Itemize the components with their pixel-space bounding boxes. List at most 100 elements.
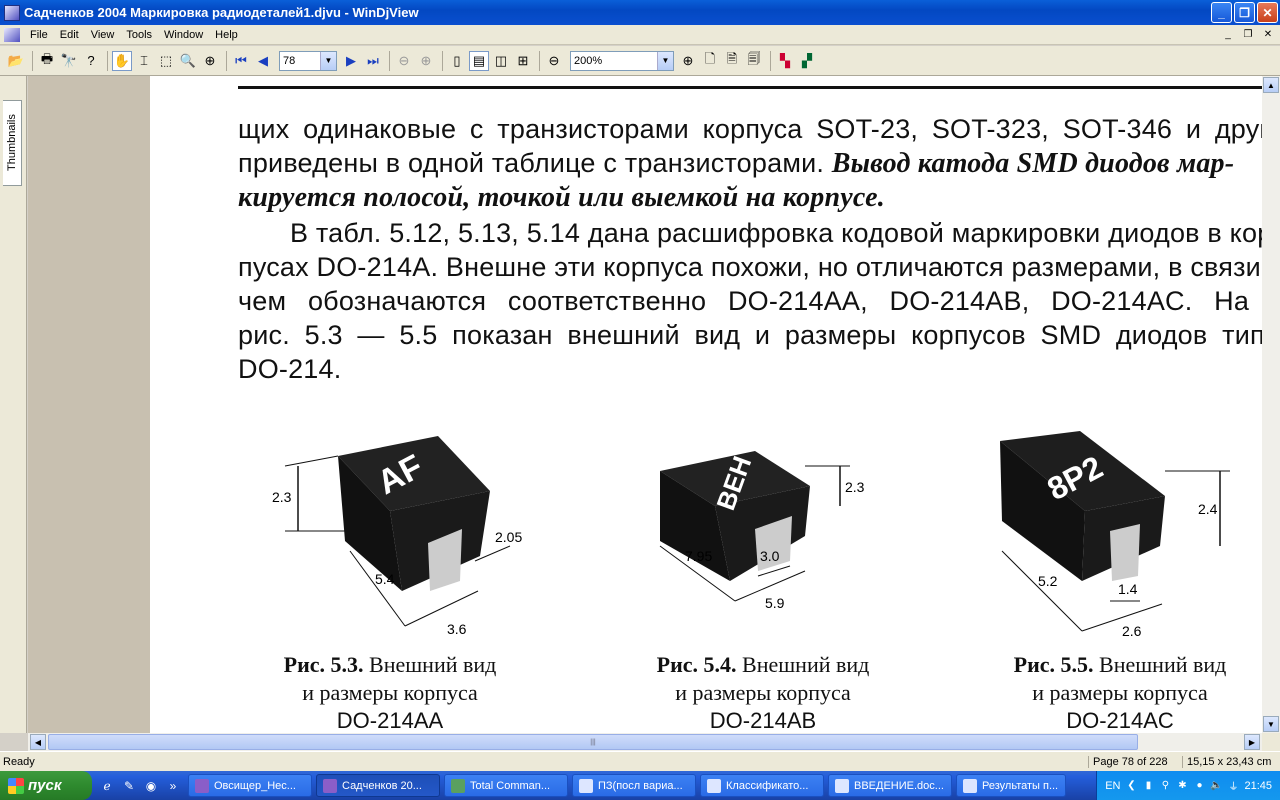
mdi-controls: _ ❐ ✕	[1220, 28, 1280, 42]
find-icon[interactable]: 🔭	[59, 51, 79, 71]
facing-icon[interactable]: ◫	[491, 51, 511, 71]
window-title: Садченков 2004 Маркировка радиодеталей1.…	[24, 5, 419, 20]
caption-text: Внешний вид	[742, 652, 870, 677]
next-page-icon[interactable]: ▶	[341, 51, 361, 71]
fit-page-icon[interactable]: 🗋	[700, 51, 720, 71]
network-icon[interactable]: ▮	[1142, 780, 1154, 792]
zoom-combo[interactable]: 200% ▼	[570, 50, 674, 71]
caption-text: и размеры корпуса	[302, 680, 478, 705]
thumbnails-tab[interactable]: Thumbnails	[3, 100, 22, 186]
safely-remove-icon[interactable]: ⏚	[1227, 780, 1239, 793]
back-icon[interactable]: ⊖	[394, 51, 414, 71]
chevron-down-icon[interactable]: ▼	[657, 51, 673, 70]
zoom-rect-icon[interactable]: ⊕	[200, 51, 220, 71]
actual-size-icon[interactable]: 🗐	[744, 51, 764, 71]
browser-icon[interactable]: ◉	[142, 777, 160, 795]
scroll-right-icon[interactable]: ▶	[1244, 734, 1260, 750]
task-button-active[interactable]: Садченков 20...	[316, 774, 440, 797]
task-button[interactable]: ВВЕДЕНИЕ.doc...	[828, 774, 952, 797]
dim-label: 1.4	[1118, 581, 1138, 597]
text-line: кируется полосой, точкой или выемкой на …	[238, 182, 1262, 214]
app-icon[interactable]	[4, 4, 20, 21]
display-mode-icon[interactable]: ▞	[797, 51, 817, 71]
figure-do214aa: AF 2.3 2.05 5.4 3.6	[272, 436, 522, 637]
word-icon	[963, 778, 977, 793]
menu-tools[interactable]: Tools	[120, 29, 158, 41]
caption-number: Рис. 5.4.	[656, 652, 737, 677]
help-icon[interactable]: ?	[81, 51, 101, 71]
clock[interactable]: 21:45	[1244, 780, 1272, 792]
task-button[interactable]: ПЗ(посл вариа...	[572, 774, 696, 797]
scroll-up-icon[interactable]: ▲	[1263, 77, 1279, 93]
dim-label: 2.3	[272, 489, 292, 505]
close-button[interactable]: ✕	[1257, 2, 1278, 23]
antivirus-icon[interactable]: ✱	[1176, 780, 1188, 792]
language-indicator[interactable]: EN	[1105, 780, 1120, 792]
ie-icon[interactable]: ℯ	[98, 777, 116, 795]
quick-launch-more-icon[interactable]: »	[164, 777, 182, 795]
vertical-scrollbar[interactable]: ▲ ▼	[1262, 76, 1280, 733]
scroll-left-icon[interactable]: ◀	[30, 734, 46, 750]
zoom-in-icon[interactable]: ⊕	[678, 51, 698, 71]
mdi-minimize-icon[interactable]: _	[1220, 28, 1236, 42]
dim-label: 3.6	[447, 621, 467, 637]
volume-icon[interactable]: 🔈	[1210, 780, 1222, 792]
last-page-icon[interactable]: ⏭	[363, 51, 383, 71]
maximize-button[interactable]: ❐	[1234, 2, 1255, 23]
zoom-value: 200%	[574, 54, 603, 67]
task-button[interactable]: Классификато...	[700, 774, 824, 797]
app-icon	[323, 778, 337, 793]
chevron-down-icon[interactable]: ▼	[320, 51, 336, 70]
select-tool-icon[interactable]: ⌶	[134, 51, 154, 71]
dim-label: 7.95	[685, 548, 712, 564]
caption-text: Внешний вид	[1099, 652, 1227, 677]
start-button[interactable]: пуск	[0, 771, 92, 800]
facing-continuous-icon[interactable]: ⊞	[513, 51, 533, 71]
task-label: Результаты п...	[982, 779, 1059, 792]
single-page-icon[interactable]: ▯	[447, 51, 467, 71]
scroll-down-icon[interactable]: ▼	[1263, 716, 1279, 732]
windows-logo-icon	[8, 777, 24, 794]
fit-width-icon[interactable]: 🗎	[722, 51, 742, 71]
open-icon[interactable]: 📂	[6, 51, 26, 71]
menu-window[interactable]: Window	[158, 29, 209, 41]
tray-app-icon[interactable]: ●	[1193, 780, 1205, 792]
task-label: Total Comman...	[470, 779, 551, 792]
task-label: ВВЕДЕНИЕ.doc...	[854, 779, 944, 792]
task-button[interactable]: Total Comman...	[444, 774, 568, 797]
menu-edit[interactable]: Edit	[54, 29, 85, 41]
continuous-icon[interactable]: ▤	[469, 50, 489, 71]
page-number-combo[interactable]: 78 ▼	[279, 50, 337, 71]
zoom-out-icon[interactable]: ⊖	[544, 51, 564, 71]
toolbar-separator	[226, 50, 227, 71]
horizontal-scrollbar[interactable]: ◀ ||| ▶	[28, 733, 1262, 751]
document-icon[interactable]	[4, 27, 20, 42]
text-line: DO-214.	[238, 354, 342, 384]
task-button[interactable]: Результаты п...	[956, 774, 1066, 797]
caption-text: и размеры корпуса	[1032, 680, 1208, 705]
mdi-close-icon[interactable]: ✕	[1260, 28, 1276, 42]
text-line: рис. 5.3 — 5.5 показан внешний вид и раз…	[238, 320, 1262, 350]
display-color-icon[interactable]: ▚	[775, 51, 795, 71]
zoom-icon[interactable]: 🔍	[178, 51, 198, 71]
search-icon[interactable]: ⚲	[1159, 780, 1171, 792]
prev-page-icon[interactable]: ◀	[253, 51, 273, 71]
forward-icon[interactable]: ⊕	[416, 51, 436, 71]
figure-caption: Рис. 5.3. Внешний вид и размеры корпуса …	[245, 651, 535, 733]
dim-label: 5.4	[375, 571, 395, 587]
document-page[interactable]: щих одинаковые с транзисторами корпуса S…	[150, 76, 1262, 733]
scroll-thumb[interactable]: |||	[48, 734, 1138, 750]
task-button[interactable]: Овсищер_Нес...	[188, 774, 312, 797]
sidebar: Thumbnails	[0, 76, 27, 733]
minimize-button[interactable]: _	[1211, 2, 1232, 23]
first-page-icon[interactable]: ⏮	[231, 51, 251, 71]
print-icon[interactable]: 🖶	[37, 51, 57, 71]
menu-file[interactable]: File	[24, 29, 54, 41]
menu-help[interactable]: Help	[209, 29, 244, 41]
notepad-icon[interactable]: ✎	[120, 777, 138, 795]
hand-tool-icon[interactable]: ✋	[112, 50, 132, 71]
mdi-restore-icon[interactable]: ❐	[1240, 28, 1256, 42]
menu-view[interactable]: View	[85, 29, 121, 41]
tray-expand-icon[interactable]: ❮	[1125, 780, 1137, 792]
rect-select-icon[interactable]: ⬚	[156, 51, 176, 71]
